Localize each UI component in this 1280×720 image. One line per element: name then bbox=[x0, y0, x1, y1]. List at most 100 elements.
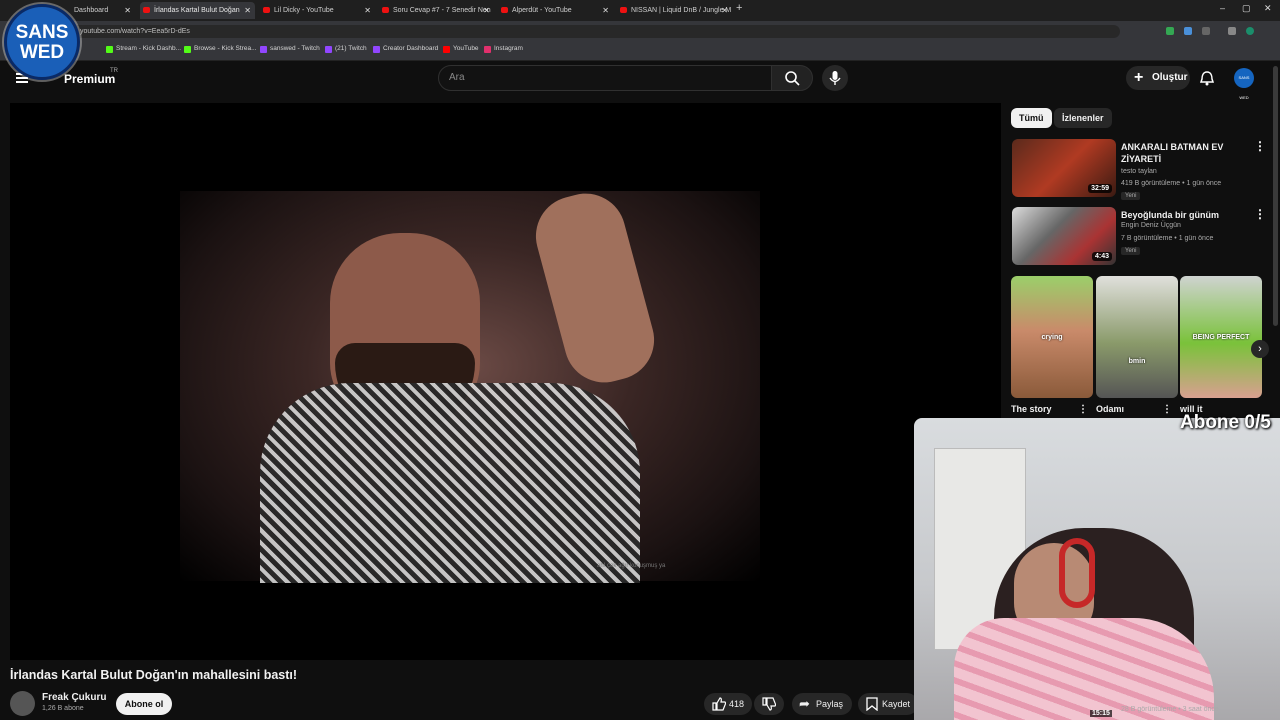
video-meta: 7 B görüntüleme • 1 gün önce bbox=[1121, 235, 1214, 242]
chevron-right-icon[interactable]: › bbox=[1251, 340, 1269, 358]
voice-search-button[interactable] bbox=[822, 65, 848, 91]
tab-dashboard[interactable]: Dashboard ✕ bbox=[60, 2, 135, 19]
share-button[interactable]: ➦ Paylaş bbox=[792, 693, 852, 715]
bookmark-item[interactable]: Instagram bbox=[484, 45, 523, 53]
close-tab-icon[interactable]: ✕ bbox=[721, 2, 728, 19]
minimize-icon[interactable]: – bbox=[1220, 3, 1225, 13]
short-overlay-text: bmin bbox=[1128, 358, 1146, 365]
tab-label: Dashboard bbox=[74, 7, 109, 14]
like-button[interactable]: 418 bbox=[704, 693, 752, 715]
save-button[interactable]: Kaydet bbox=[858, 693, 918, 715]
video-duration: 15:15 bbox=[1090, 710, 1112, 717]
subscribe-button[interactable]: Abone ol bbox=[116, 693, 172, 715]
video-title[interactable]: ANKARALI BATMAN EV ZİYARETİ bbox=[1121, 141, 1241, 165]
maximize-icon[interactable]: ▢ bbox=[1242, 3, 1251, 14]
bookmark-item[interactable]: Stream - Kick Dashb... bbox=[106, 45, 181, 53]
close-tab-icon[interactable]: ✕ bbox=[244, 2, 251, 19]
video-title[interactable]: Beyoğlunda bir günüm bbox=[1121, 209, 1241, 221]
dislike-button[interactable] bbox=[754, 693, 784, 715]
youtube-premium-logo[interactable]: Premium bbox=[64, 72, 115, 86]
new-badge: Yeni bbox=[1121, 192, 1141, 200]
short-title[interactable]: The story bbox=[1011, 404, 1052, 414]
webcam-overlay bbox=[914, 418, 1280, 720]
tab-label: İrlandas Kartal Bulut Doğan bbox=[154, 7, 240, 14]
video-duration: 4:43 bbox=[1091, 252, 1112, 261]
search-input[interactable]: Ara bbox=[438, 65, 772, 91]
short-overlay-text: BEING PERFECT bbox=[1192, 334, 1250, 341]
channel-name[interactable]: testo taylan bbox=[1121, 168, 1157, 175]
account-avatar[interactable]: SANS WED bbox=[1234, 68, 1254, 100]
tab-label: Lil Dicky - YouTube bbox=[274, 7, 334, 14]
like-count: 418 bbox=[729, 699, 745, 709]
new-badge: Yeni bbox=[1121, 247, 1141, 255]
tab-active-video[interactable]: İrlandas Kartal Bulut Doğan ✕ bbox=[140, 2, 255, 19]
url-field[interactable]: youtube.com/watch?v=Eea5rD-dEs bbox=[60, 25, 1120, 38]
profile-icon[interactable] bbox=[1228, 27, 1236, 35]
twitch-icon bbox=[373, 46, 380, 53]
youtube-favicon-icon bbox=[382, 7, 389, 13]
short-title[interactable]: Odamı bbox=[1096, 404, 1124, 414]
twitch-icon bbox=[260, 46, 267, 53]
thumbs-up-icon bbox=[712, 697, 726, 711]
kick-icon bbox=[184, 46, 191, 53]
notifications-bell-icon[interactable] bbox=[1200, 70, 1214, 86]
video-frame bbox=[260, 383, 640, 583]
youtube-favicon-icon bbox=[501, 7, 508, 13]
page-scrollbar[interactable] bbox=[1273, 66, 1278, 326]
extension-icon[interactable] bbox=[1166, 27, 1174, 35]
chip-watched[interactable]: İzlenenler bbox=[1054, 108, 1112, 128]
create-button[interactable]: + Oluştur bbox=[1126, 66, 1190, 90]
video-title: İrlandas Kartal Bulut Doğan'ın mahallesi… bbox=[10, 668, 298, 682]
close-tab-icon[interactable]: ✕ bbox=[124, 2, 131, 19]
video-chat-overlay: ah! çok ağır konuşmuş ya bbox=[597, 563, 666, 569]
thumbs-down-icon bbox=[762, 697, 776, 711]
tab-label: NISSAN | Liquid DnB / Jungle M bbox=[631, 7, 732, 14]
close-window-icon[interactable]: ✕ bbox=[1264, 3, 1272, 14]
short-thumbnail[interactable]: bmin bbox=[1096, 276, 1178, 398]
chip-all[interactable]: Tümü bbox=[1011, 108, 1052, 128]
close-tab-icon[interactable]: ✕ bbox=[364, 2, 371, 19]
region-code: TR bbox=[110, 68, 118, 74]
close-tab-icon[interactable]: ✕ bbox=[602, 2, 609, 19]
plus-icon: + bbox=[1134, 69, 1144, 86]
short-thumbnail[interactable]: crying bbox=[1011, 276, 1093, 398]
headset-image bbox=[1059, 538, 1095, 608]
microphone-icon bbox=[829, 71, 841, 85]
bookmark-item[interactable]: sanswed - Twitch bbox=[260, 45, 320, 53]
extensions-puzzle-icon[interactable] bbox=[1202, 27, 1210, 35]
tab-soru-cevap[interactable]: Soru Cevap #7 - 7 Senedir Nen ✕ bbox=[379, 2, 494, 19]
tab-nissan[interactable]: NISSAN | Liquid DnB / Jungle M ✕ bbox=[617, 2, 732, 19]
channel-name[interactable]: Freak Çukuru bbox=[42, 692, 106, 703]
bookmarks-bar: Stream - Kick Dashb... Browse - Kick Str… bbox=[0, 41, 1280, 61]
tab-alperdut[interactable]: Alperdüt - YouTube ✕ bbox=[498, 2, 613, 19]
search-button[interactable] bbox=[771, 65, 813, 91]
short-thumbnail[interactable]: BEING PERFECT bbox=[1180, 276, 1262, 398]
video-thumbnail[interactable]: 4:43 bbox=[1012, 207, 1116, 265]
channel-avatar[interactable] bbox=[10, 691, 35, 716]
streamer-image bbox=[954, 618, 1214, 720]
more-options-icon[interactable]: ⋮ bbox=[1162, 404, 1172, 415]
twitch-icon bbox=[325, 46, 332, 53]
channel-name[interactable]: Engin Deniz Üçgün bbox=[1121, 222, 1181, 229]
more-options-icon[interactable]: ⋮ bbox=[1078, 404, 1088, 415]
tab-lil-dicky[interactable]: Lil Dicky - YouTube ✕ bbox=[260, 2, 375, 19]
bookmark-item[interactable]: YouTube bbox=[443, 45, 479, 53]
new-tab-icon[interactable]: + bbox=[736, 2, 742, 14]
youtube-favicon-icon bbox=[620, 7, 627, 13]
video-player[interactable]: ah! çok ağır konuşmuş ya bbox=[10, 103, 1001, 660]
close-tab-icon[interactable]: ✕ bbox=[483, 2, 490, 19]
tab-label: Soru Cevap #7 - 7 Senedir Nen bbox=[393, 7, 491, 14]
search-icon bbox=[785, 71, 800, 86]
extension-icon[interactable] bbox=[1184, 27, 1192, 35]
youtube-favicon-icon bbox=[263, 7, 270, 13]
youtube-header: Premium TR Ara + Oluştur SANS WED bbox=[0, 61, 1280, 100]
bookmark-item[interactable]: (21) Twitch bbox=[325, 45, 367, 53]
bookmark-item[interactable]: Browse - Kick Strea... bbox=[184, 45, 257, 53]
account-icon[interactable] bbox=[1246, 27, 1254, 35]
bookmark-item[interactable]: Creator Dashboard bbox=[373, 45, 438, 53]
youtube-icon bbox=[443, 46, 450, 53]
video-thumbnail[interactable]: 32:59 bbox=[1012, 139, 1116, 197]
more-options-icon[interactable]: ⋮ bbox=[1254, 207, 1266, 221]
subscriber-count: 1,26 B abone bbox=[42, 705, 84, 712]
more-options-icon[interactable]: ⋮ bbox=[1254, 139, 1266, 153]
